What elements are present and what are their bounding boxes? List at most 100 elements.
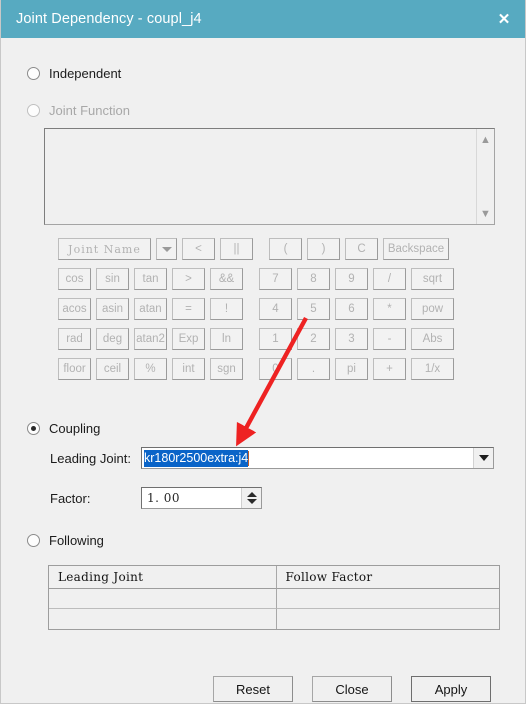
key-floor-button[interactable]: floor [58, 358, 91, 380]
keypad-row: rad deg atan2 Exp ln 1 2 3- Abs [58, 328, 459, 350]
key-tan-button[interactable]: tan [134, 268, 167, 290]
leading-joint-input[interactable]: kr180r2500extra:j4 [142, 448, 473, 468]
following-table: Leading Joint Follow Factor [48, 565, 500, 630]
key--button[interactable]: ( [269, 238, 302, 260]
expression-keypad: Joint Name < || () C Backspace cos sin tan > && 7 8 9… [58, 238, 459, 388]
radio-independent-indicator [27, 67, 40, 80]
key-7-button[interactable]: 7 [259, 268, 292, 290]
table-cell[interactable] [276, 589, 499, 609]
key-abs-button[interactable]: Abs [411, 328, 454, 350]
key-0-button[interactable]: 0 [259, 358, 292, 380]
radio-following-label: Following [49, 533, 104, 548]
window-titlebar: Joint Dependency - coupl_j4 ✕ [1, 0, 525, 38]
column-header: Leading Joint [49, 566, 277, 589]
radio-coupling-indicator [27, 422, 40, 435]
expression-textarea[interactable]: ▲ ▼ [44, 128, 495, 225]
key--button[interactable]: . [297, 358, 330, 380]
key--button[interactable]: && [210, 268, 243, 290]
keypad-row: acos asin atan =! 4 5 6 * pow [58, 298, 459, 320]
key--button[interactable]: < [182, 238, 215, 260]
radio-coupling-label: Coupling [49, 421, 101, 436]
factor-label: Factor: [50, 491, 91, 506]
key-exp-button[interactable]: Exp [172, 328, 205, 350]
key-6-button[interactable]: 6 [335, 298, 368, 320]
key-deg-button[interactable]: deg [96, 328, 129, 350]
key-joint-name-button[interactable]: Joint Name [58, 238, 151, 260]
keypad-row: floor ceil% int sgn 0. pi +1/x [58, 358, 459, 380]
key-ceil-button[interactable]: ceil [96, 358, 129, 380]
chevron-down-glyph [161, 246, 172, 252]
table-cell[interactable] [49, 609, 277, 629]
key-c-button[interactable]: C [345, 238, 378, 260]
key-rad-button[interactable]: rad [58, 328, 91, 350]
table-row[interactable] [49, 609, 499, 629]
chevron-down-icon[interactable] [473, 448, 493, 468]
chevron-down-icon[interactable]: ▼ [477, 205, 494, 222]
chevron-up-icon[interactable] [246, 492, 257, 497]
key-9-button[interactable]: 9 [335, 268, 368, 290]
key-asin-button[interactable]: asin [96, 298, 129, 320]
key--button[interactable]: > [172, 268, 205, 290]
radio-following-indicator [27, 534, 40, 547]
expression-text[interactable] [45, 129, 476, 224]
key-1-x-button[interactable]: 1/x [411, 358, 454, 380]
key-2-button[interactable]: 2 [297, 328, 330, 350]
table-cell[interactable] [277, 609, 500, 629]
radio-independent-label: Independent [49, 66, 122, 81]
keypad-row: Joint Name < || () C Backspace [58, 238, 459, 260]
key--button[interactable]: ! [210, 298, 243, 320]
key-ln-button[interactable]: ln [210, 328, 243, 350]
key--button[interactable]: / [373, 268, 406, 290]
key-sin-button[interactable]: sin [96, 268, 129, 290]
joint-dependency-dialog: Joint Dependency - coupl_j4 ✕ Independen… [0, 0, 526, 704]
factor-spinner[interactable]: 1. 00 [141, 487, 262, 509]
key-5-button[interactable]: 5 [297, 298, 330, 320]
factor-stepper[interactable] [241, 488, 261, 508]
radio-coupling[interactable]: Coupling [27, 421, 100, 436]
key--button[interactable]: + [373, 358, 406, 380]
key--button[interactable]: % [134, 358, 167, 380]
key-3-button[interactable]: 3 [335, 328, 368, 350]
chevron-up-icon[interactable]: ▲ [477, 131, 494, 148]
reset-button[interactable]: Reset [213, 676, 293, 702]
radio-joint-function-label: Joint Function [49, 103, 130, 118]
key-sgn-button[interactable]: sgn [210, 358, 243, 380]
key-cos-button[interactable]: cos [58, 268, 91, 290]
radio-independent[interactable]: Independent [27, 66, 121, 81]
table-row[interactable] [49, 589, 499, 609]
key--button[interactable]: * [373, 298, 406, 320]
close-icon[interactable]: ✕ [481, 0, 525, 38]
table-cell[interactable] [49, 589, 277, 609]
close-button[interactable]: Close [312, 676, 392, 702]
leading-joint-value: kr180r2500extra:j4 [144, 449, 249, 467]
column-header: Follow Factor [276, 566, 499, 589]
key--button[interactable]: - [373, 328, 406, 350]
factor-value[interactable]: 1. 00 [142, 488, 241, 508]
radio-following[interactable]: Following [27, 533, 104, 548]
key-atan-button[interactable]: atan [134, 298, 167, 320]
key-acos-button[interactable]: acos [58, 298, 91, 320]
key-8-button[interactable]: 8 [297, 268, 330, 290]
key-pi-button[interactable]: pi [335, 358, 368, 380]
expression-scrollbar[interactable]: ▲ ▼ [476, 129, 494, 224]
window-title: Joint Dependency - coupl_j4 [16, 11, 202, 27]
key--button[interactable]: = [172, 298, 205, 320]
radio-joint-function-indicator [27, 104, 40, 117]
radio-joint-function[interactable]: Joint Function [27, 103, 130, 118]
key-int-button[interactable]: int [172, 358, 205, 380]
chevron-down-icon[interactable] [246, 499, 257, 504]
key-backspace-button[interactable]: Backspace [383, 238, 449, 260]
text-cursor [248, 450, 250, 466]
key-sqrt-button[interactable]: sqrt [411, 268, 454, 290]
apply-button[interactable]: Apply [411, 676, 491, 702]
chevron-down-icon[interactable] [156, 238, 177, 260]
key-4-button[interactable]: 4 [259, 298, 292, 320]
key-pow-button[interactable]: pow [411, 298, 454, 320]
table-header-row: Leading Joint Follow Factor [49, 566, 499, 589]
leading-joint-combobox[interactable]: kr180r2500extra:j4 [141, 447, 494, 469]
key-atan2-button[interactable]: atan2 [134, 328, 167, 350]
key--button[interactable]: ) [307, 238, 340, 260]
key-1-button[interactable]: 1 [259, 328, 292, 350]
keypad-row: cos sin tan > && 7 8 9/sqrt [58, 268, 459, 290]
key--button[interactable]: || [220, 238, 253, 260]
